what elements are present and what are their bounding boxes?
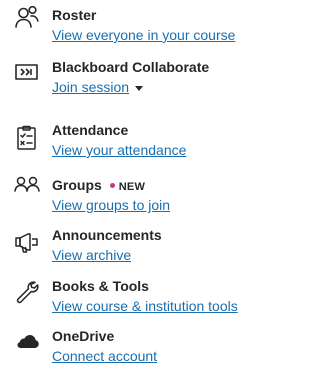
tool-item-books-tools: Books & Tools View course & institution … — [0, 277, 289, 321]
view-tools-link[interactable]: View course & institution tools — [52, 297, 238, 315]
new-dot — [109, 182, 115, 188]
tool-item-attendance: Attendance View your attendance — [0, 121, 289, 165]
tool-item-collaborate: Blackboard Collaborate Join session — [0, 58, 289, 102]
new-badge: NEW — [118, 181, 146, 193]
attendance-icon — [14, 125, 40, 151]
roster-icon — [14, 4, 40, 30]
collaborate-icon — [14, 60, 40, 86]
course-tools-list: Roster View everyone in your course Blac… — [0, 0, 289, 372]
groups-icon — [14, 173, 40, 199]
tool-title-groups: Groups NEW — [52, 176, 145, 196]
tool-item-groups: Groups NEW View groups to join — [0, 176, 289, 220]
view-archive-link[interactable]: View archive — [52, 246, 131, 264]
tool-title-books-tools: Books & Tools — [52, 278, 149, 294]
tool-title-announcements: Announcements — [52, 227, 162, 243]
tool-item-announcements: Announcements View archive — [0, 226, 289, 270]
wrench-icon — [14, 279, 40, 305]
tool-item-onedrive: OneDrive Connect account — [0, 327, 289, 371]
chevron-down-icon[interactable] — [135, 85, 144, 91]
cloud-icon — [14, 328, 40, 354]
tool-title-attendance: Attendance — [52, 122, 129, 138]
tool-title-roster: Roster — [52, 7, 97, 23]
tool-title-onedrive: OneDrive — [52, 328, 115, 344]
view-roster-link[interactable]: View everyone in your course — [52, 26, 235, 44]
view-groups-link[interactable]: View groups to join — [52, 196, 170, 214]
join-session-control[interactable]: Join session — [52, 78, 144, 96]
view-attendance-link[interactable]: View your attendance — [52, 141, 186, 159]
tool-item-roster: Roster View everyone in your course — [0, 4, 289, 50]
tool-title-collaborate: Blackboard Collaborate — [52, 59, 210, 75]
join-session-link[interactable]: Join session — [52, 79, 129, 95]
groups-title-text: Groups — [52, 177, 102, 193]
megaphone-icon — [14, 230, 40, 256]
connect-account-link[interactable]: Connect account — [52, 347, 157, 365]
